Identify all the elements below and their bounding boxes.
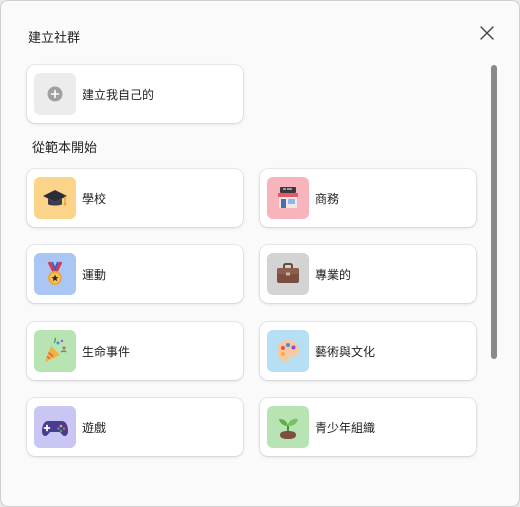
template-label: 運動	[82, 267, 107, 282]
template-tile	[34, 177, 76, 219]
template-tile	[267, 330, 309, 372]
template-card-sports[interactable]: 運動	[27, 245, 243, 303]
template-label: 生命事件	[82, 344, 131, 359]
create-own-card[interactable]: 建立我自己的	[27, 65, 243, 123]
template-card-school[interactable]: 學校	[27, 169, 243, 227]
template-label: 專業的	[315, 267, 352, 282]
sprout-icon	[279, 418, 298, 439]
template-label: 遊戲	[82, 420, 107, 435]
template-card-life-events[interactable]: 生命事件	[27, 322, 243, 380]
plus-circle-icon	[47, 86, 63, 102]
template-label: 青少年組織	[315, 420, 376, 435]
close-button[interactable]	[475, 21, 499, 45]
create-community-dialog: 建立社群 建立我自己的 從範本開始 學校 商務 運動 專業的 生命事件 藝術與文…	[0, 0, 520, 507]
section-label: 從範本開始	[32, 141, 98, 156]
template-card-business[interactable]: 商務	[260, 169, 476, 227]
template-tile	[267, 253, 309, 295]
template-card-professional[interactable]: 專業的	[260, 245, 476, 303]
template-label: 商務	[315, 191, 340, 206]
template-tile	[34, 406, 76, 448]
medal-icon	[47, 261, 63, 285]
template-tile	[267, 406, 309, 448]
template-tile	[34, 330, 76, 372]
template-tile	[34, 253, 76, 295]
template-card-gaming[interactable]: 遊戲	[27, 398, 243, 456]
game-controller-icon	[42, 421, 68, 436]
template-label: 藝術與文化	[315, 344, 376, 359]
template-card-youth-org[interactable]: 青少年組織	[260, 398, 476, 456]
template-label: 學校	[82, 191, 107, 206]
palette-icon	[277, 340, 299, 362]
graduation-cap-icon	[43, 190, 67, 206]
create-own-label: 建立我自己的	[82, 87, 155, 102]
create-own-tile	[34, 73, 76, 115]
party-popper-icon	[45, 337, 67, 362]
close-icon	[480, 26, 494, 40]
template-tile	[267, 177, 309, 219]
scrollbar-thumb[interactable]	[491, 65, 497, 359]
template-card-arts-culture[interactable]: 藝術與文化	[260, 322, 476, 380]
briefcase-icon	[277, 263, 299, 283]
dialog-title: 建立社群	[28, 31, 81, 46]
storefront-icon	[278, 187, 298, 208]
